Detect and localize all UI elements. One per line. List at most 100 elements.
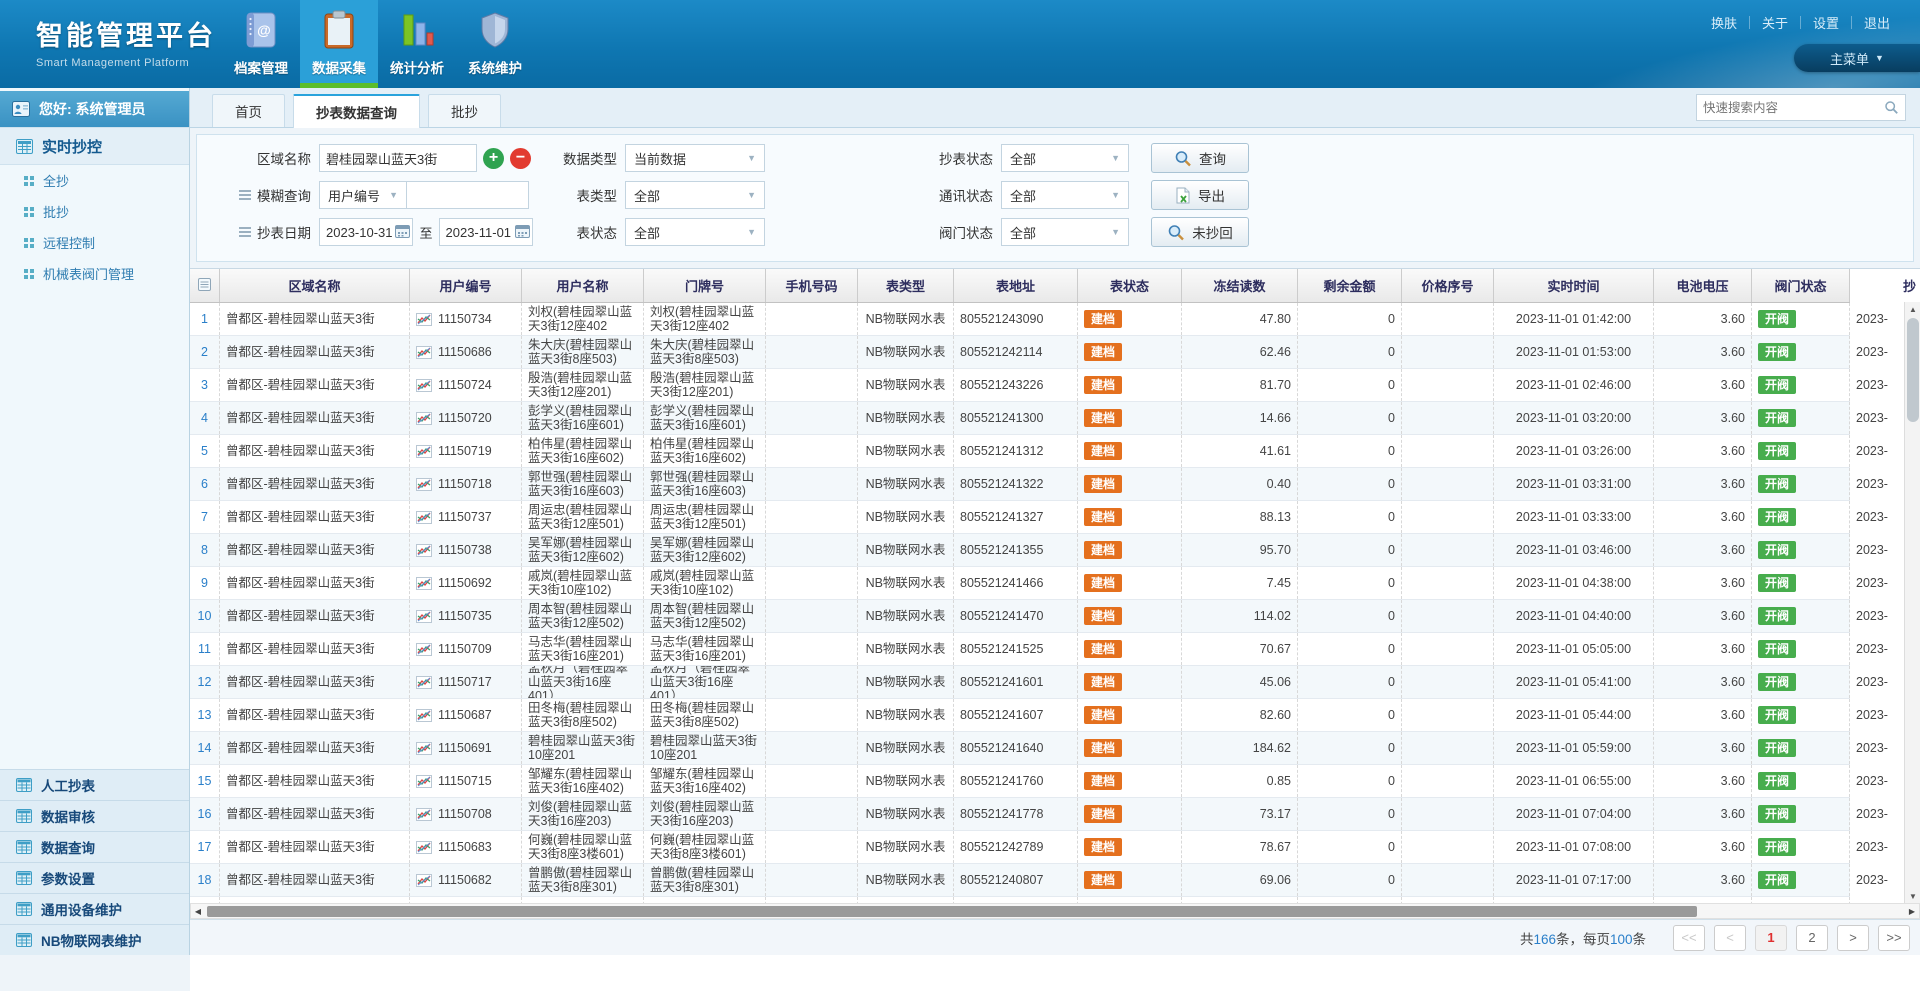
meter-type-select[interactable]: 全部▼ — [625, 181, 765, 209]
table-row[interactable]: 8曾都区-碧桂园翠山蓝天3街11150738吴军娜(碧桂园翠山蓝天3街12座60… — [190, 534, 1850, 567]
nav-item-collect[interactable]: 数据采集 — [300, 0, 378, 88]
col-header-valve_status[interactable]: 阀门状态 — [1752, 269, 1850, 302]
table-row[interactable]: 6曾都区-碧桂园翠山蓝天3街11150718郭世强(碧桂园翠山蓝天3街16座60… — [190, 468, 1850, 501]
sidebar-section-数据审核[interactable]: 数据审核 — [0, 800, 189, 831]
fuzzy-input[interactable] — [407, 181, 529, 209]
table-icon — [16, 809, 32, 823]
page-button-2[interactable]: 2 — [1796, 925, 1828, 951]
meter-status-select[interactable]: 全部▼ — [625, 218, 765, 246]
scroll-left-arrow[interactable]: ◀ — [191, 904, 205, 918]
data-type-select[interactable]: 当前数据▼ — [625, 144, 765, 172]
tab-首页[interactable]: 首页 — [212, 94, 285, 127]
table-row[interactable]: 11曾都区-碧桂园翠山蓝天3街11150709马志华(碧桂园翠山蓝天3街16座2… — [190, 633, 1850, 666]
calendar-icon[interactable] — [395, 224, 410, 238]
remove-area-button[interactable]: − — [510, 148, 531, 169]
next-page-button[interactable]: > — [1837, 925, 1869, 951]
add-area-button[interactable]: + — [483, 148, 504, 169]
table-row[interactable]: 12曾都区-碧桂园翠山蓝天3街11150717孟秋月（碧桂园翠山蓝天3街16座4… — [190, 666, 1850, 699]
scroll-up-arrow[interactable]: ▲ — [1905, 302, 1920, 316]
table-row[interactable]: 14曾都区-碧桂园翠山蓝天3街11150691碧桂园翠山蓝天3街10座201碧桂… — [190, 732, 1850, 765]
col-header-meter_addr[interactable]: 表地址 — [954, 269, 1078, 302]
nav-item-archives[interactable]: @档案管理 — [222, 0, 300, 88]
top-link-3[interactable]: 设置 — [1801, 13, 1851, 32]
col-header-user_no[interactable]: 用户编号 — [410, 269, 522, 302]
tab-bar: 首页抄表数据查询批抄 — [190, 88, 1920, 128]
col-header-user_name[interactable]: 用户名称 — [522, 269, 644, 302]
sidebar-item-机械表阀门管理[interactable]: 机械表阀门管理 — [0, 258, 189, 289]
col-header-door_no[interactable]: 门牌号 — [644, 269, 766, 302]
col-header-voltage[interactable]: 电池电压 — [1654, 269, 1752, 302]
col-header-reading[interactable]: 冻结读数 — [1182, 269, 1298, 302]
page-button-1[interactable]: 1 — [1755, 925, 1787, 951]
horizontal-scroll-thumb[interactable] — [207, 906, 1697, 917]
table-row[interactable]: 18曾都区-碧桂园翠山蓝天3街11150682曾鹏傲(碧桂园翠山蓝天3街8座30… — [190, 864, 1850, 897]
export-button[interactable]: 导出 — [1151, 180, 1249, 210]
col-header-time[interactable]: 实时时间 — [1494, 269, 1654, 302]
table-row[interactable]: 15曾都区-碧桂园翠山蓝天3街11150715邹耀东(碧桂园翠山蓝天3街16座4… — [190, 765, 1850, 798]
sidebar-item-远程控制[interactable]: 远程控制 — [0, 227, 189, 258]
cell-num: 9 — [190, 567, 220, 599]
top-link-2[interactable]: 关于 — [1750, 13, 1800, 32]
vertical-scroll-thumb[interactable] — [1907, 318, 1919, 422]
table-row[interactable]: 16曾都区-碧桂园翠山蓝天3街11150708刘俊(碧桂园翠山蓝天3街16座20… — [190, 798, 1850, 831]
table-row[interactable]: 7曾都区-碧桂园翠山蓝天3街11150737周运忠(碧桂园翠山蓝天3街12座50… — [190, 501, 1850, 534]
comm-status-select[interactable]: 全部▼ — [1001, 181, 1129, 209]
col-header-extra[interactable]: 抄 — [1850, 269, 1920, 302]
fuzzy-field-select[interactable]: 用户编号▼ — [319, 181, 407, 209]
sidebar: 您好: 系统管理员 实时抄控 全抄批抄远程控制机械表阀门管理 人工抄表数据审核数… — [0, 88, 190, 955]
col-header-area[interactable]: 区域名称 — [220, 269, 410, 302]
read-status-select[interactable]: 全部▼ — [1001, 144, 1129, 172]
scroll-down-arrow[interactable]: ▼ — [1905, 889, 1920, 903]
col-header-phone[interactable]: 手机号码 — [766, 269, 858, 302]
top-link-4[interactable]: 退出 — [1852, 13, 1902, 32]
sidebar-section-realtime[interactable]: 实时抄控 — [0, 127, 189, 165]
table-row[interactable]: 3曾都区-碧桂园翠山蓝天3街11150724殷浩(碧桂园翠山蓝天3街12座201… — [190, 369, 1850, 402]
search-icon[interactable] — [1884, 100, 1899, 115]
table-row[interactable]: 4曾都区-碧桂园翠山蓝天3街11150720彭学义(碧桂园翠山蓝天3街16座60… — [190, 402, 1850, 435]
table-row[interactable]: 17曾都区-碧桂园翠山蓝天3街11150683何巍(碧桂园翠山蓝天3街8座3楼6… — [190, 831, 1850, 864]
sidebar-item-批抄[interactable]: 批抄 — [0, 196, 189, 227]
cell-reading: 114.02 — [1182, 600, 1298, 632]
query-button[interactable]: 查询 — [1151, 143, 1249, 173]
table-row[interactable]: 9曾都区-碧桂园翠山蓝天3街11150692戚岚(碧桂园翠山蓝天3街10座102… — [190, 567, 1850, 600]
valve-status-select[interactable]: 全部▼ — [1001, 218, 1129, 246]
unread-button[interactable]: 未抄回 — [1151, 217, 1249, 247]
table-row[interactable]: 13曾都区-碧桂园翠山蓝天3街11150687田冬梅(碧桂园翠山蓝天3街8座50… — [190, 699, 1850, 732]
sidebar-section-数据查询[interactable]: 数据查询 — [0, 831, 189, 862]
col-header-meter_status[interactable]: 表状态 — [1078, 269, 1182, 302]
quick-search-input[interactable] — [1703, 101, 1884, 115]
main-menu-button[interactable]: 主菜单 ▼ — [1794, 44, 1920, 72]
table-row[interactable]: 1曾都区-碧桂园翠山蓝天3街11150734刘权(碧桂园翠山蓝天3街12座402… — [190, 303, 1850, 336]
area-input[interactable] — [319, 144, 477, 172]
cell-balance: 0 — [1298, 567, 1402, 599]
table-row[interactable]: 5曾都区-碧桂园翠山蓝天3街11150719柏伟星(碧桂园翠山蓝天3街16座60… — [190, 435, 1850, 468]
tab-抄表数据查询[interactable]: 抄表数据查询 — [293, 94, 420, 128]
quick-search — [1696, 94, 1906, 121]
table-row[interactable]: 2曾都区-碧桂园翠山蓝天3街11150686朱大庆(碧桂园翠山蓝天3街8座503… — [190, 336, 1850, 369]
cell-price_no — [1402, 798, 1494, 830]
sidebar-section-通用设备维护[interactable]: 通用设备维护 — [0, 893, 189, 924]
sidebar-section-参数设置[interactable]: 参数设置 — [0, 862, 189, 893]
sidebar-item-全抄[interactable]: 全抄 — [0, 165, 189, 196]
scroll-right-arrow[interactable]: ▶ — [1905, 904, 1919, 918]
cell-phone — [766, 534, 858, 566]
cell-user_no: 11150735 — [410, 600, 522, 632]
nav-item-maintain[interactable]: 系统维护 — [456, 0, 534, 88]
table-row[interactable]: 10曾都区-碧桂园翠山蓝天3街11150735周本智(碧桂园翠山蓝天3街12座5… — [190, 600, 1850, 633]
cell-reading: 78.67 — [1182, 831, 1298, 863]
horizontal-scrollbar[interactable]: ◀ ▶ — [190, 903, 1920, 919]
sidebar-section-人工抄表[interactable]: 人工抄表 — [0, 769, 189, 800]
nav-item-stats[interactable]: 统计分析 — [378, 0, 456, 88]
col-header-balance[interactable]: 剩余金额 — [1298, 269, 1402, 302]
vertical-scrollbar[interactable]: ▲ ▼ — [1904, 302, 1920, 903]
col-header-price_no[interactable]: 价格序号 — [1402, 269, 1494, 302]
col-header-num[interactable] — [190, 269, 220, 302]
last-page-button[interactable]: >> — [1878, 925, 1910, 951]
top-link-1[interactable]: 换肤 — [1699, 13, 1749, 32]
sidebar-section-NB物联网表维护[interactable]: NB物联网表维护 — [0, 924, 189, 955]
calendar-icon[interactable] — [515, 224, 530, 238]
tab-批抄[interactable]: 批抄 — [428, 94, 501, 127]
cell-meter_type: NB物联网水表 — [858, 633, 954, 665]
table-icon — [16, 933, 32, 947]
col-header-meter_type[interactable]: 表类型 — [858, 269, 954, 302]
